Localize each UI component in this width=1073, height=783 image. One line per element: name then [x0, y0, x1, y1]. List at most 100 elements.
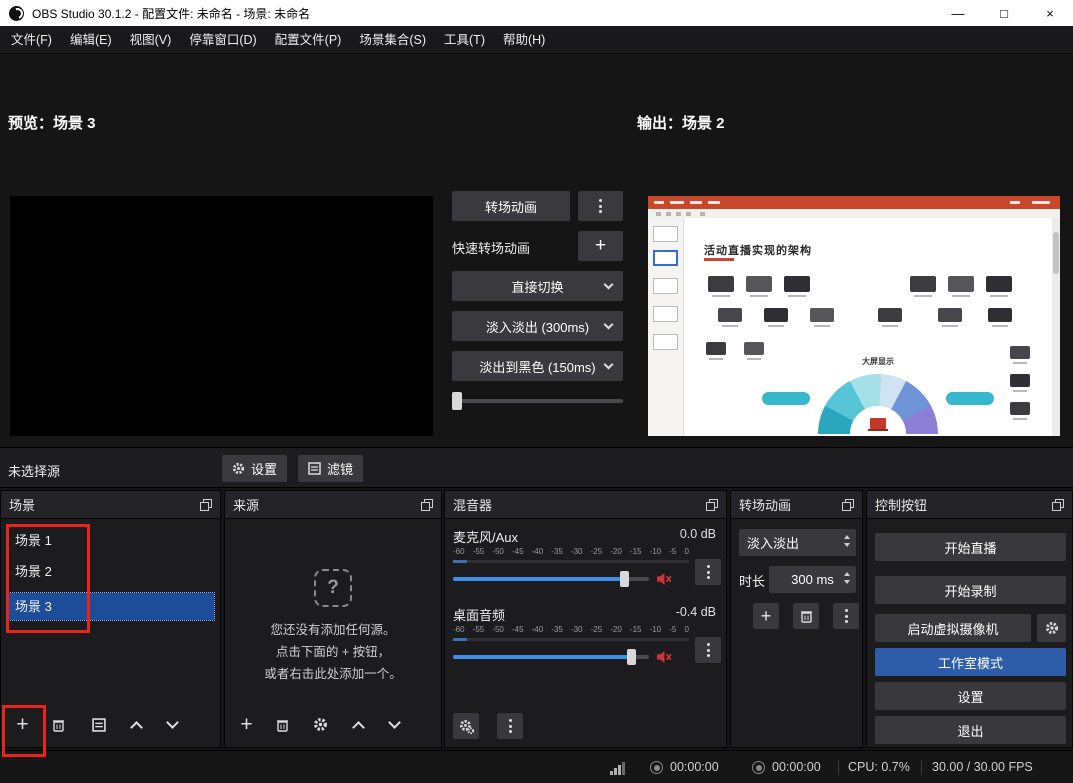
- meter-scale: -60-55-50-45-40-35-30-25-20-15-10-50: [453, 547, 689, 556]
- add-transition-button[interactable]: +: [753, 603, 779, 629]
- mixer-channel-mic: 麦克风/Aux 0.0 dB -60-55-50-45-40-35-30-25-…: [445, 525, 726, 601]
- popout-icon[interactable]: [842, 499, 854, 511]
- transition-button[interactable]: 转场动画: [452, 191, 570, 221]
- controls-dock-title: 控制按钮: [875, 495, 927, 514]
- slide-equipment-graphic: [784, 276, 810, 292]
- meter-tick: -30: [571, 547, 583, 556]
- mixer-menu-button[interactable]: [497, 713, 523, 739]
- stream-time: 00:00:00: [772, 760, 821, 774]
- menu-item[interactable]: 文件(F): [2, 26, 61, 54]
- meter-tick: -45: [512, 625, 524, 634]
- tbar-slider[interactable]: [452, 392, 623, 410]
- move-source-up-button[interactable]: [345, 711, 372, 738]
- move-scene-up-button[interactable]: [123, 711, 150, 738]
- exit-button[interactable]: 退出: [875, 716, 1066, 744]
- popout-icon[interactable]: [421, 499, 433, 511]
- meter-tick: -15: [630, 625, 642, 634]
- muted-speaker-icon: [657, 650, 673, 664]
- channel-menu-button[interactable]: [695, 637, 721, 663]
- annotation-box-scene-list: [6, 524, 90, 633]
- meter-tick: -25: [591, 625, 603, 634]
- record-indicator-icon: [650, 761, 663, 774]
- output-scene-label: 输出：场景 2: [637, 112, 725, 133]
- transition-select-value: 淡入淡出: [747, 533, 799, 552]
- meter-tick: -40: [532, 625, 544, 634]
- remove-scene-button[interactable]: [45, 711, 72, 738]
- sources-dock-title: 来源: [233, 495, 259, 514]
- channel-menu-button[interactable]: [695, 559, 721, 585]
- add-quick-transition-button[interactable]: +: [578, 231, 623, 261]
- slide-equipment-graphic: [1010, 402, 1030, 415]
- settings-button[interactable]: 设置: [875, 682, 1066, 710]
- fade-black-label: 淡出到黑色 (150ms): [479, 357, 595, 376]
- meter-tick: -45: [512, 547, 524, 556]
- sources-toolbar: +: [225, 711, 441, 741]
- statusbar: 00:00:00 00:00:00 CPU: 0.7% 30.00 / 30.0…: [0, 750, 1073, 783]
- start-recording-button[interactable]: 开始录制: [875, 576, 1066, 604]
- remove-transition-button[interactable]: [793, 603, 819, 629]
- cpu-usage: CPU: 0.7%: [848, 760, 910, 774]
- slide-thumbnail-panel: [648, 218, 684, 436]
- move-scene-down-button[interactable]: [159, 711, 186, 738]
- meter-scale: -60-55-50-45-40-35-30-25-20-15-10-50: [453, 625, 689, 634]
- kebab-menu-icon: [599, 199, 602, 213]
- close-button[interactable]: ×: [1027, 0, 1073, 26]
- source-filters-button[interactable]: 滤镜: [298, 455, 363, 482]
- scene-filters-button[interactable]: [85, 711, 112, 738]
- slide-equipment-graphic: [948, 276, 974, 292]
- transition-select[interactable]: 淡入淡出: [739, 529, 856, 556]
- menu-item[interactable]: 配置文件(P): [266, 26, 351, 54]
- volume-slider[interactable]: [453, 649, 649, 665]
- menu-item[interactable]: 视图(V): [121, 26, 181, 54]
- slide-equipment-graphic: [708, 276, 734, 292]
- menu-item[interactable]: 工具(T): [435, 26, 494, 54]
- slide-title: 活动直播实现的架构: [704, 242, 812, 258]
- source-properties-button[interactable]: [307, 711, 334, 738]
- add-source-button[interactable]: +: [233, 711, 260, 738]
- slide-equipment-graphic: [744, 342, 764, 355]
- tbar-handle[interactable]: [452, 392, 462, 410]
- quick-transition-cut[interactable]: 直接切换: [452, 271, 623, 301]
- output-canvas[interactable]: 活动直播实现的架构 大屏显示: [648, 196, 1060, 436]
- menu-item[interactable]: 场景集合(S): [350, 26, 435, 54]
- transition-menu-button[interactable]: [578, 191, 623, 221]
- virtual-camera-settings-button[interactable]: [1037, 614, 1066, 642]
- minimize-button[interactable]: —: [935, 0, 981, 26]
- slide-equipment-graphic: [810, 308, 834, 322]
- mute-button[interactable]: [657, 649, 675, 665]
- advanced-audio-button[interactable]: [453, 713, 479, 739]
- quick-transition-fade[interactable]: 淡入淡出 (300ms): [452, 311, 623, 341]
- source-properties-label: 设置: [251, 459, 277, 478]
- remove-source-button[interactable]: [269, 711, 296, 738]
- volume-slider[interactable]: [453, 571, 649, 587]
- source-properties-button[interactable]: 设置: [222, 455, 287, 482]
- start-virtual-camera-button[interactable]: 启动虚拟摄像机: [875, 614, 1031, 642]
- studio-mode-button[interactable]: 工作室模式: [875, 648, 1066, 676]
- stream-indicator-icon: [752, 761, 765, 774]
- start-streaming-button[interactable]: 开始直播: [875, 533, 1066, 561]
- menu-item[interactable]: 编辑(E): [61, 26, 121, 54]
- fps-indicator: 30.00 / 30.00 FPS: [932, 760, 1033, 774]
- slide-thumbnail: [653, 334, 678, 350]
- popout-icon[interactable]: [1052, 499, 1064, 511]
- move-source-down-button[interactable]: [381, 711, 408, 738]
- annotation-box-add-scene: [2, 705, 46, 757]
- maximize-button[interactable]: □: [981, 0, 1027, 26]
- duration-spinbox[interactable]: 300 ms: [769, 566, 856, 593]
- duration-label: 时长: [739, 571, 765, 590]
- menu-item[interactable]: 帮助(H): [494, 26, 554, 54]
- controls-dock: 控制按钮 开始直播 开始录制 启动虚拟摄像机 工作室模式 设置 退出: [866, 490, 1073, 748]
- source-context-toolbar: 未选择源 设置 滤镜: [0, 447, 1073, 488]
- menu-item[interactable]: 停靠窗口(D): [180, 26, 265, 54]
- popout-icon[interactable]: [200, 499, 212, 511]
- transition-menu-button[interactable]: [833, 603, 859, 629]
- preview-canvas[interactable]: [10, 196, 433, 436]
- slide-equipment-graphic: [764, 308, 788, 322]
- popout-icon[interactable]: [706, 499, 718, 511]
- meter-tick: -20: [610, 547, 622, 556]
- channel-level: 0.0 dB: [680, 527, 716, 541]
- quick-transition-fade-to-black[interactable]: 淡出到黑色 (150ms): [452, 351, 623, 381]
- mute-button[interactable]: [657, 571, 675, 587]
- transitions-dock-header: 转场动画: [731, 491, 862, 519]
- transitions-dock: 转场动画 淡入淡出 时长 300 ms +: [730, 490, 863, 748]
